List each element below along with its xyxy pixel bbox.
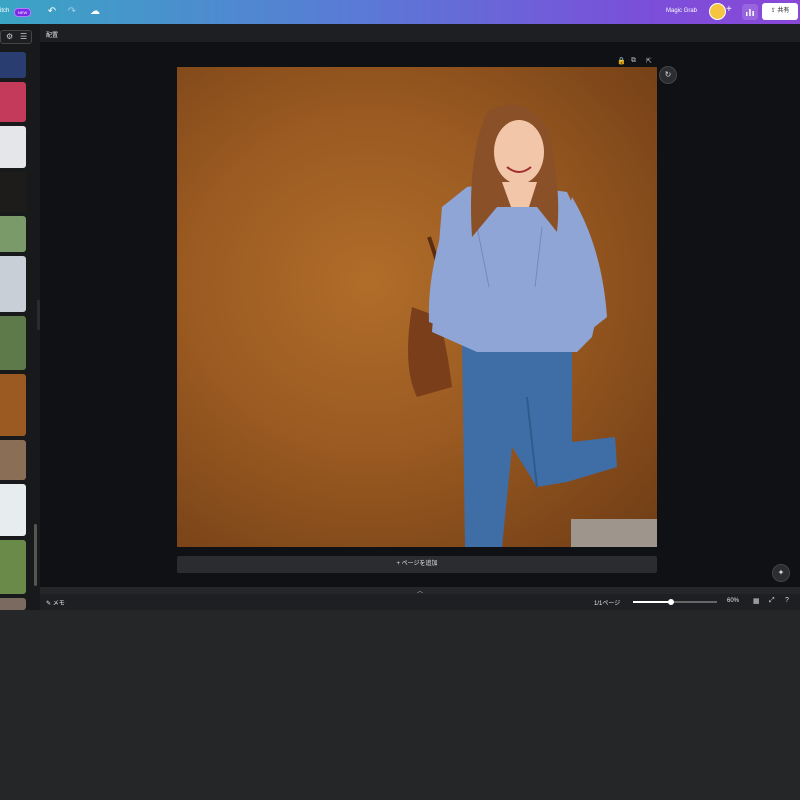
zoom-slider-knob[interactable] — [667, 599, 674, 605]
photo-thumbnail[interactable] — [0, 484, 26, 536]
add-page-button[interactable]: + ページを追加 — [177, 556, 657, 573]
page-indicator[interactable]: 1/1ページ — [594, 598, 620, 607]
zoom-slider[interactable] — [633, 599, 717, 605]
photo-thumbnail[interactable] — [0, 540, 26, 594]
photo-thumbnail[interactable] — [0, 52, 26, 78]
photo-thumbnail[interactable] — [0, 172, 26, 212]
redo-icon[interactable]: ↷ — [66, 6, 78, 18]
plus-icon[interactable]: + — [726, 4, 732, 15]
side-panel: ⚙ ☰ — [0, 24, 40, 610]
notes-label: メモ — [52, 601, 65, 607]
share-button[interactable]: ⇪ 共有 — [762, 3, 798, 20]
duplicate-page-icon[interactable]: ⧉ — [631, 57, 636, 65]
magic-grab-button[interactable]: Magic Grab — [666, 8, 697, 14]
refresh-suggestion-icon[interactable]: ↻ — [659, 66, 677, 84]
notes-button[interactable]: ✎ メモ — [46, 598, 65, 607]
bar-chart-icon[interactable] — [742, 4, 758, 20]
photo-thumbnail[interactable] — [0, 440, 26, 480]
pencil-icon: ✎ — [46, 601, 53, 607]
stone-ledge — [571, 519, 657, 547]
brand-fragment[interactable]: itch — [0, 8, 9, 14]
photo-thumbnail[interactable] — [0, 126, 26, 168]
avatar[interactable] — [709, 3, 726, 20]
photo-thumbnail[interactable] — [0, 82, 26, 122]
share-label: 共有 — [777, 8, 790, 14]
gear-icon[interactable]: ⚙ — [6, 32, 13, 41]
photo-thumbnail[interactable] — [0, 256, 26, 312]
zoom-level[interactable]: 60% — [727, 598, 739, 604]
top-toolbar: itch NEW ↶ ↷ ☁ Magic Grab + ⇪ 共有 — [0, 0, 800, 24]
cloud-save-icon[interactable]: ☁ — [89, 6, 101, 18]
fullscreen-icon[interactable]: ⤢ — [769, 597, 775, 605]
chevron-up-icon[interactable]: ︿ — [405, 586, 435, 595]
canvas-area: 🔒 ⧉ ⇱ ↻ + ページを追加 ︿ ✦ — [40, 42, 800, 595]
photo-woman-illustration — [408, 104, 617, 547]
photo-thumbnail[interactable] — [0, 374, 26, 436]
panel-tools: ⚙ ☰ — [0, 30, 32, 44]
panel-scrollbar[interactable] — [34, 524, 37, 586]
new-badge: NEW — [14, 8, 32, 17]
undo-icon[interactable]: ↶ — [46, 6, 58, 18]
bottom-toolbar: ✎ メモ 1/1ページ 60% ▦ ⤢ ? — [40, 594, 800, 610]
add-page-icon[interactable]: ⇱ — [646, 57, 652, 65]
help-icon[interactable]: ? — [785, 597, 789, 604]
empty-workspace — [0, 610, 800, 800]
photo-thumbnail[interactable] — [0, 316, 26, 370]
lock-icon[interactable]: 🔒 — [617, 57, 626, 65]
filter-icon[interactable]: ☰ — [20, 32, 27, 41]
magic-sparkle-icon[interactable]: ✦ — [772, 564, 790, 582]
design-page[interactable] — [177, 67, 657, 547]
zoom-slider-fill — [633, 601, 671, 603]
photo-thumbnail[interactable] — [0, 598, 26, 610]
grid-view-icon[interactable]: ▦ — [753, 597, 760, 605]
photo-thumbnail[interactable] — [0, 216, 26, 252]
position-button[interactable]: 配置 — [46, 30, 58, 39]
context-toolbar: 配置 — [40, 24, 800, 42]
